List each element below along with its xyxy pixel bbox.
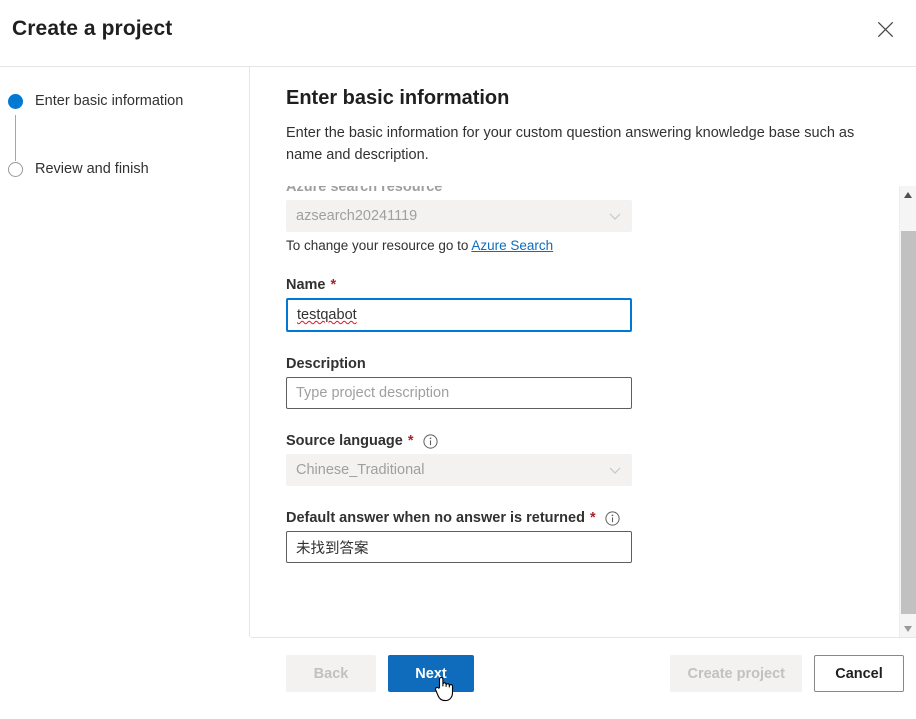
field-description: Description Type project description [286,356,891,409]
form-scrollbar[interactable] [899,186,916,637]
dialog-footer: Back Next Create project Cancel [251,637,916,719]
cancel-button[interactable]: Cancel [814,655,904,692]
name-label: Name * [286,277,891,293]
info-icon[interactable] [422,433,438,449]
default-answer-label-text: Default answer when no answer is returne… [286,510,585,526]
content-pane: Enter basic information Enter the basic … [251,67,916,637]
azure-search-value: azsearch20241119 [296,208,418,224]
step-indicator-dot-inactive [8,161,23,177]
page-subtext: Enter the basic information for your cus… [286,125,855,163]
source-language-value: Chinese_Traditional [296,462,425,478]
description-label: Description [286,356,891,372]
create-project-button[interactable]: Create project [670,655,802,692]
dialog-title: Create a project [12,17,173,40]
step-label: Review and finish [35,161,149,177]
name-input[interactable]: testqabot [286,298,632,332]
azure-search-helper: To change your resource go to Azure Sear… [286,238,891,253]
step-indicator-dot-active [8,93,23,109]
default-answer-value: 未找到答案 [296,540,369,557]
chevron-down-icon [608,209,622,223]
description-input[interactable]: Type project description [286,377,632,409]
helper-prefix: To change your resource go to [286,238,472,253]
required-indicator: * [407,433,414,449]
field-azure-search-resource: Azure search resource azsearch20241119 T… [286,186,891,253]
info-icon[interactable] [604,510,620,526]
azure-search-label-text: Azure search resource [286,186,443,195]
close-button[interactable] [862,9,908,49]
name-input-value: testqabot [297,307,357,323]
azure-search-dropdown: azsearch20241119 [286,200,632,232]
field-default-answer: Default answer when no answer is returne… [286,510,891,563]
source-language-label-text: Source language [286,433,403,449]
required-indicator: * [589,510,596,526]
step-item-review-and-finish[interactable]: Review and finish [8,161,149,177]
step-label: Enter basic information [35,93,184,109]
default-answer-input[interactable]: 未找到答案 [286,531,632,563]
scroll-up-arrow-icon[interactable] [900,186,916,203]
chevron-down-icon [608,463,622,477]
step-item-enter-basic-information[interactable]: Enter basic information [8,93,183,109]
next-button[interactable]: Next [388,655,474,692]
scroll-down-arrow-icon[interactable] [900,620,916,637]
required-indicator: * [330,277,337,293]
scrollbar-thumb[interactable] [901,231,916,614]
default-answer-label: Default answer when no answer is returne… [286,510,891,526]
description-label-text: Description [286,356,366,372]
form-scroll-region: testlang20241119 To change your resource… [251,186,916,637]
azure-search-label: Azure search resource [286,186,891,195]
step-connector-line [15,115,16,161]
field-name: Name * testqabot [286,277,891,332]
field-source-language: Source language * Chinese_Traditional [286,433,891,486]
source-language-label: Source language * [286,433,891,449]
azure-search-link[interactable]: Azure Search [471,238,553,253]
back-button[interactable]: Back [286,655,376,692]
page-title: Enter basic information [286,87,510,109]
dialog-header: Create a project [0,0,916,67]
source-language-dropdown: Chinese_Traditional [286,454,632,486]
close-icon [877,21,894,38]
step-rail: Enter basic information Review and finis… [0,67,250,637]
description-placeholder: Type project description [296,385,450,401]
name-label-text: Name [286,277,326,293]
